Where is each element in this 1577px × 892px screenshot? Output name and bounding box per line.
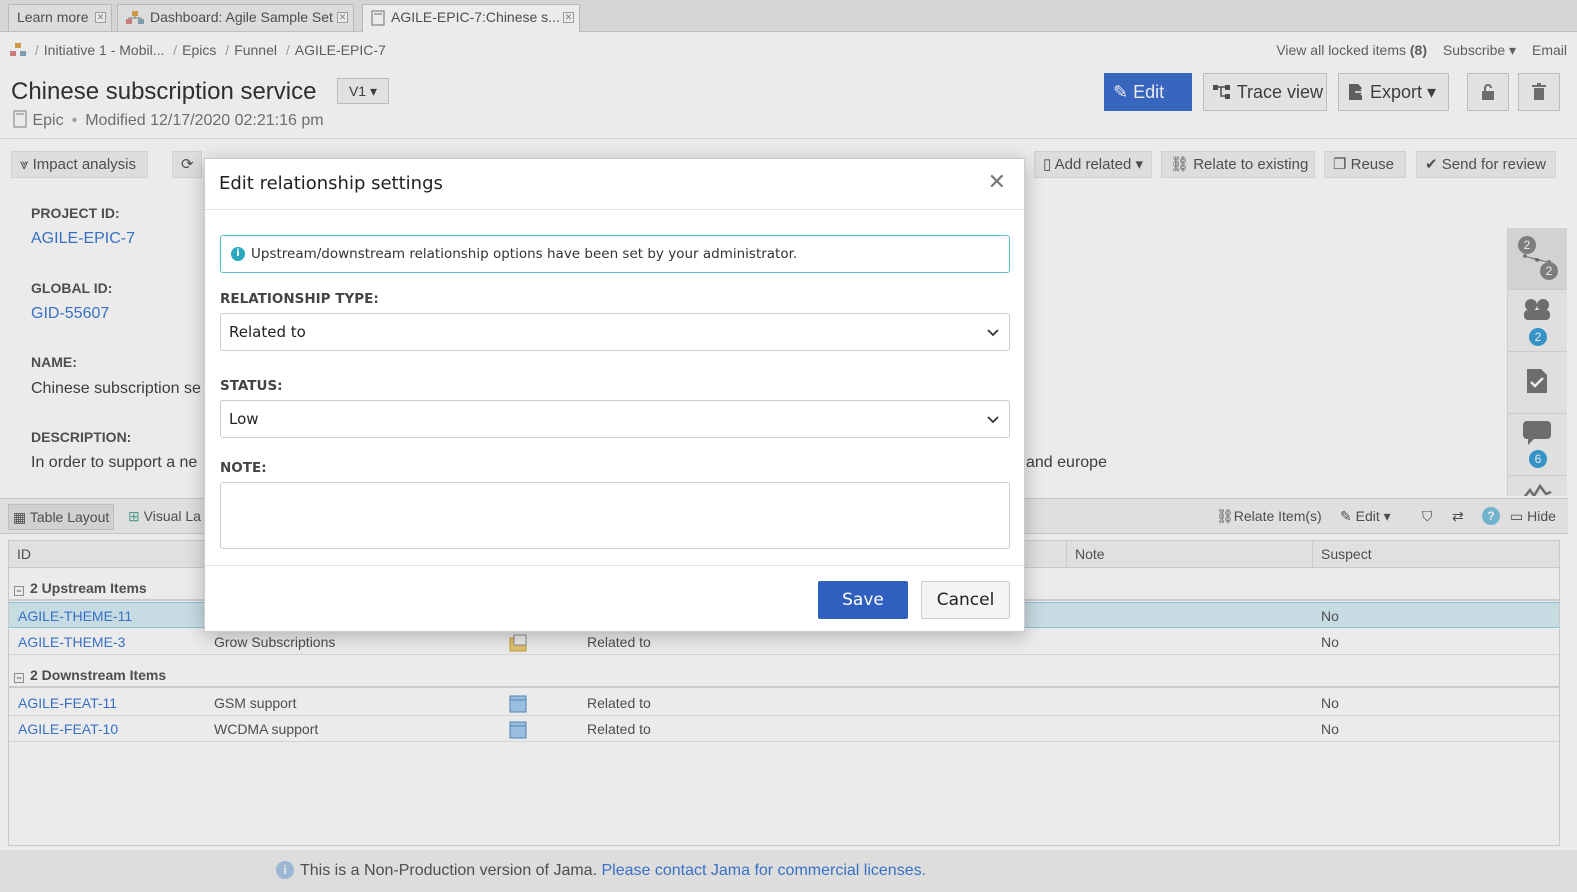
dialog-footer: Save Cancel xyxy=(205,565,1024,633)
note-label: NOTE: xyxy=(220,460,267,476)
close-icon[interactable]: ✕ xyxy=(988,171,1006,195)
note-textarea[interactable] xyxy=(220,482,1010,549)
status-select[interactable]: Low xyxy=(220,400,1010,438)
dialog-title: Edit relationship settings xyxy=(219,173,443,194)
info-icon: i xyxy=(231,247,245,261)
dialog-header: Edit relationship settings ✕ xyxy=(205,159,1024,210)
cancel-button[interactable]: Cancel xyxy=(921,581,1010,619)
relationship-type-label: RELATIONSHIP TYPE: xyxy=(220,291,379,307)
chevron-down-icon xyxy=(987,416,999,424)
chevron-down-icon xyxy=(987,329,999,337)
edit-relationship-dialog: Edit relationship settings ✕ i Upstream/… xyxy=(204,158,1025,632)
relationship-type-select[interactable]: Related to xyxy=(220,313,1010,351)
admin-info-banner: i Upstream/downstream relationship optio… xyxy=(220,235,1010,273)
status-label: STATUS: xyxy=(220,378,283,394)
save-button[interactable]: Save xyxy=(818,581,908,619)
